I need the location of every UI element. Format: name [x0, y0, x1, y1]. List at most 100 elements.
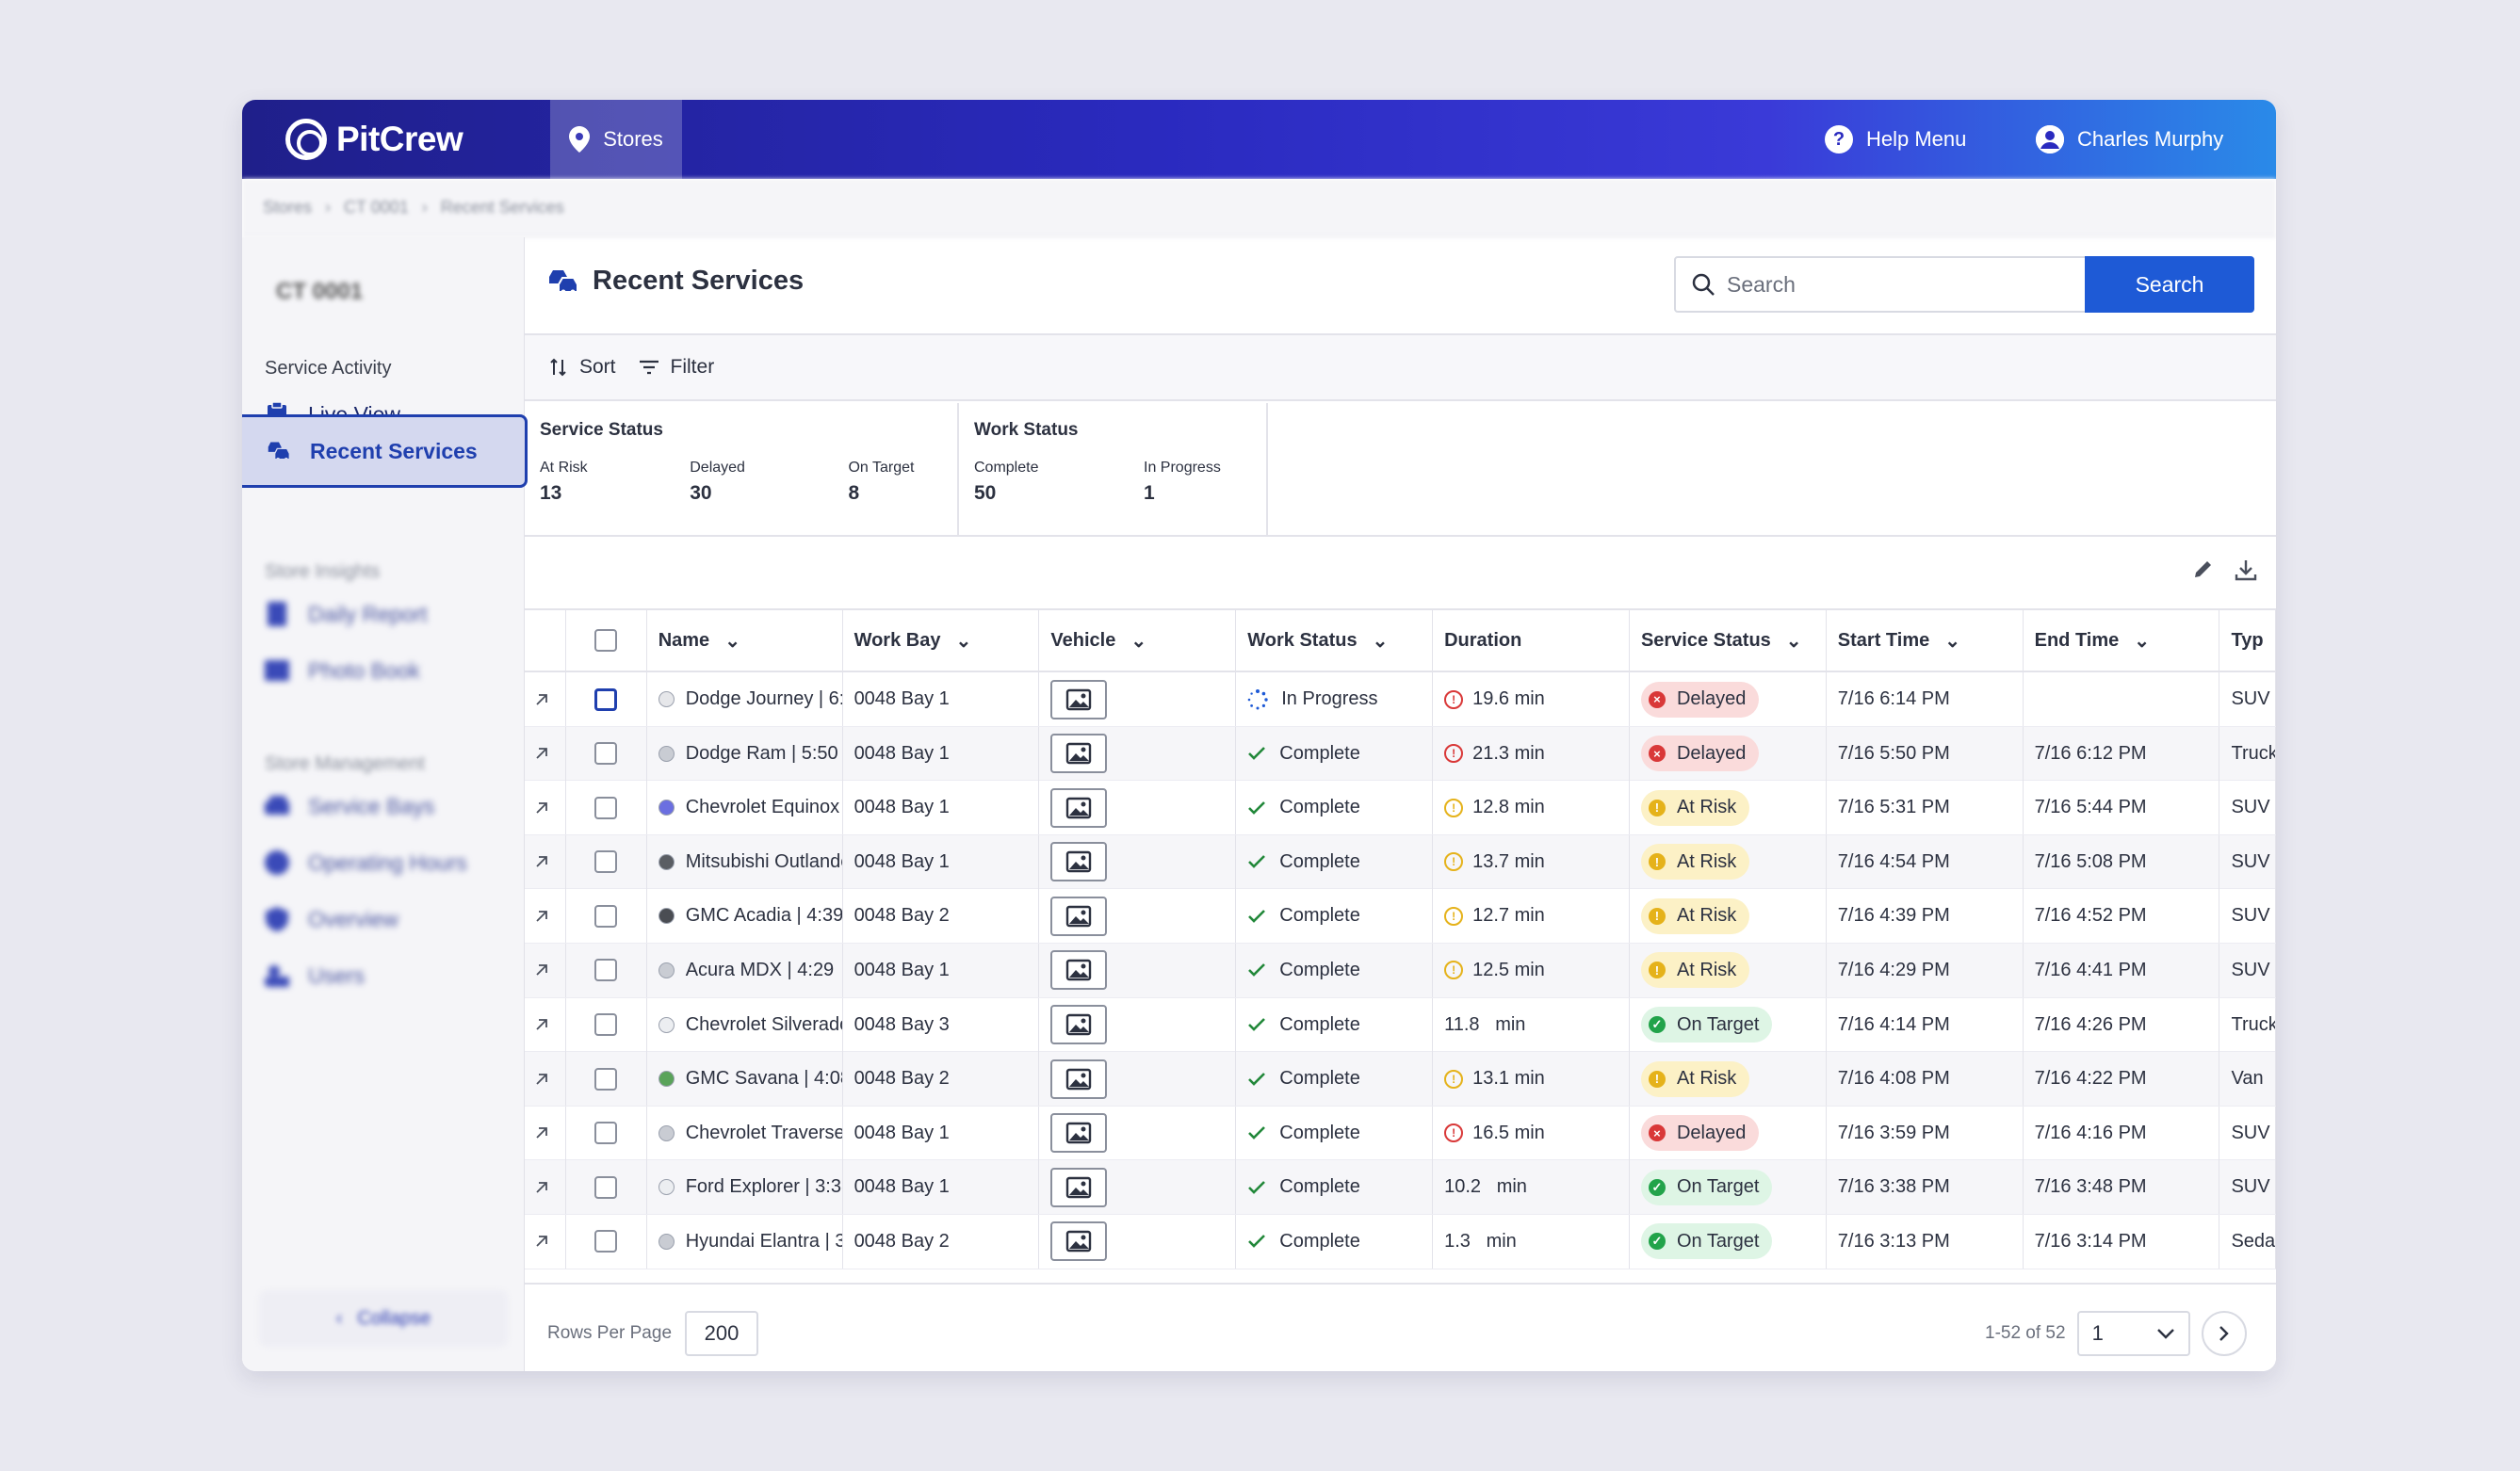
vehicle-photo-button[interactable] [1050, 896, 1108, 936]
open-row-button[interactable] [525, 889, 566, 944]
table-row[interactable]: Dodge Journey | 6:14 0048 Bay 1 In Progres… [525, 672, 2276, 727]
edit-button[interactable] [2192, 558, 2215, 587]
cell-name[interactable]: GMC Acadia | 4:39 [647, 889, 843, 944]
open-row-button[interactable] [525, 726, 566, 781]
stat-complete[interactable]: Complete 50 [974, 460, 1144, 505]
open-row-button[interactable] [525, 834, 566, 889]
row-checkbox[interactable] [594, 959, 618, 982]
cell-name[interactable]: Chevrolet Silverado [647, 997, 843, 1052]
vehicle-photo-button[interactable] [1050, 1059, 1108, 1099]
row-checkbox[interactable] [594, 1122, 618, 1145]
vehicle-photo-button[interactable] [1050, 842, 1108, 882]
page-select[interactable]: 1 [2076, 1311, 2190, 1356]
stat-at-risk[interactable]: At Risk 13 [540, 460, 690, 505]
cell-name[interactable]: Chevrolet Equinox [647, 781, 843, 835]
column-header-work-bay[interactable]: Work Bay ⌄ [843, 610, 1040, 671]
download-button[interactable] [2234, 558, 2258, 587]
row-checkbox[interactable] [594, 850, 618, 874]
table-row[interactable]: Chevrolet Silverado 0048 Bay 3 Complete 11.… [525, 997, 2276, 1053]
sidebar-item-overview[interactable]: Overview [265, 897, 398, 942]
open-row-button[interactable] [525, 997, 566, 1052]
vehicle-photo-button[interactable] [1050, 679, 1108, 719]
table-row[interactable]: Mitsubishi Outlander 0048 Bay 1 Complete! 1… [525, 834, 2276, 890]
vehicle-photo-button[interactable] [1050, 1167, 1108, 1207]
filter-button[interactable]: Filter [639, 356, 714, 379]
table-row[interactable]: Chevrolet Equinox 0048 Bay 1 Complete! 12.8… [525, 781, 2276, 835]
open-row-button[interactable] [525, 781, 566, 835]
table-row[interactable]: Acura MDX | 4:29 0048 Bay 1 Complete! 12.5 … [525, 943, 2276, 998]
open-row-button[interactable] [525, 1052, 566, 1107]
cell-name[interactable]: Acura MDX | 4:29 [647, 943, 843, 997]
column-header-service-status[interactable]: Service Status ⌄ [1630, 610, 1827, 671]
row-checkbox[interactable] [594, 1013, 618, 1037]
stat-on-target[interactable]: On Target 8 [848, 460, 942, 505]
sidebar-item-photo-book[interactable]: Photo Book [265, 648, 420, 693]
vehicle-photo-button[interactable] [1050, 1221, 1108, 1262]
column-header-work-status[interactable]: Work Status ⌄ [1236, 610, 1434, 671]
cell-name[interactable]: Ford Explorer | 3:38 [647, 1160, 843, 1215]
row-checkbox[interactable] [594, 904, 618, 928]
cell-work-status: Complete [1236, 889, 1434, 944]
cell-name[interactable]: Dodge Ram | 5:50 [647, 726, 843, 781]
user-menu-button[interactable]: Charles Murphy [2036, 100, 2223, 179]
column-header-duration[interactable]: Duration [1433, 610, 1630, 671]
next-page-button[interactable] [2201, 1311, 2247, 1356]
column-header-type[interactable]: Typ [2219, 610, 2276, 671]
sidebar-item-daily-report[interactable]: Daily Report [265, 591, 428, 637]
sidebar-item-service-bays[interactable]: Service Bays [265, 784, 434, 829]
breadcrumb-item[interactable]: CT 0001 [344, 198, 409, 218]
cell-end-time: 7/16 4:26 PM [2024, 997, 2220, 1052]
sidebar-item-recent-services[interactable]: Recent Services [242, 414, 528, 488]
collapse-sidebar-button[interactable]: ‹ Collapse [259, 1290, 508, 1347]
open-row-button[interactable] [525, 1160, 566, 1215]
cell-name[interactable]: Hyundai Elantra | 3:13 [647, 1214, 843, 1269]
search-input[interactable]: Search [1674, 256, 2087, 313]
sort-button[interactable]: Sort [549, 356, 616, 379]
table-row[interactable]: GMC Acadia | 4:39 0048 Bay 2 Complete! 12.7… [525, 889, 2276, 944]
vehicle-photo-button[interactable] [1050, 950, 1108, 991]
stores-tab[interactable]: Stores [550, 100, 682, 179]
table-row[interactable]: GMC Savana | 4:08 0048 Bay 2 Complete! 13.1… [525, 1052, 2276, 1107]
row-checkbox[interactable] [594, 742, 618, 766]
open-row-arrow-icon [536, 1073, 547, 1085]
vehicle-photo-button[interactable] [1050, 1005, 1108, 1045]
table-row[interactable]: Ford Explorer | 3:38 0048 Bay 1 Complete 10… [525, 1160, 2276, 1215]
row-checkbox[interactable] [594, 687, 618, 711]
image-icon [1066, 688, 1092, 710]
cell-name[interactable]: Dodge Journey | 6:14 [647, 672, 843, 726]
help-menu-button[interactable]: ? Help Menu [1825, 100, 1966, 179]
vehicle-photo-button[interactable] [1050, 787, 1108, 828]
cell-name[interactable]: Mitsubishi Outlander [647, 834, 843, 889]
cell-name[interactable]: GMC Savana | 4:08 [647, 1052, 843, 1107]
search-button[interactable]: Search [2085, 256, 2254, 313]
chevron-down-icon [2156, 1329, 2174, 1339]
sidebar-item-operating-hours[interactable]: Operating Hours [265, 840, 467, 885]
table-row[interactable]: Chevrolet Traverse 0048 Bay 1 Complete! 16.… [525, 1106, 2276, 1161]
at-risk-status-icon: ! [1648, 907, 1666, 925]
rows-per-page-input[interactable]: 200 [685, 1311, 759, 1356]
stat-delayed[interactable]: Delayed 30 [690, 460, 848, 505]
sidebar-item-users[interactable]: Users [265, 953, 365, 998]
open-row-button[interactable] [525, 1214, 566, 1269]
column-header-vehicle[interactable]: Vehicle ⌄ [1039, 610, 1237, 671]
open-row-button[interactable] [525, 943, 566, 997]
column-header-end-time[interactable]: End Time ⌄ [2024, 610, 2220, 671]
table-row[interactable]: Dodge Ram | 5:50 0048 Bay 1 Complete! 21.3 … [525, 726, 2276, 782]
cell-name[interactable]: Chevrolet Traverse [647, 1106, 843, 1160]
vehicle-photo-button[interactable] [1050, 1113, 1108, 1154]
status-text: Delayed [1676, 1122, 1747, 1143]
column-header-name[interactable]: Name ⌄ [647, 610, 843, 671]
row-checkbox[interactable] [594, 796, 618, 819]
row-checkbox[interactable] [594, 1067, 618, 1091]
row-checkbox[interactable] [594, 1230, 618, 1253]
open-row-button[interactable] [525, 672, 566, 726]
select-all-checkbox[interactable] [594, 629, 618, 652]
column-header-start-time[interactable]: Start Time ⌄ [1827, 610, 2024, 671]
stat-in-progress[interactable]: In Progress 1 [1144, 460, 1247, 505]
table-row[interactable]: Hyundai Elantra | 3:13 0048 Bay 2 Complete… [525, 1214, 2276, 1269]
vehicle-photo-button[interactable] [1050, 734, 1108, 774]
pitcrew-logo[interactable]: PitCrew [285, 117, 463, 162]
open-row-button[interactable] [525, 1106, 566, 1160]
breadcrumb-item[interactable]: Stores [263, 198, 312, 218]
row-checkbox[interactable] [594, 1175, 618, 1199]
